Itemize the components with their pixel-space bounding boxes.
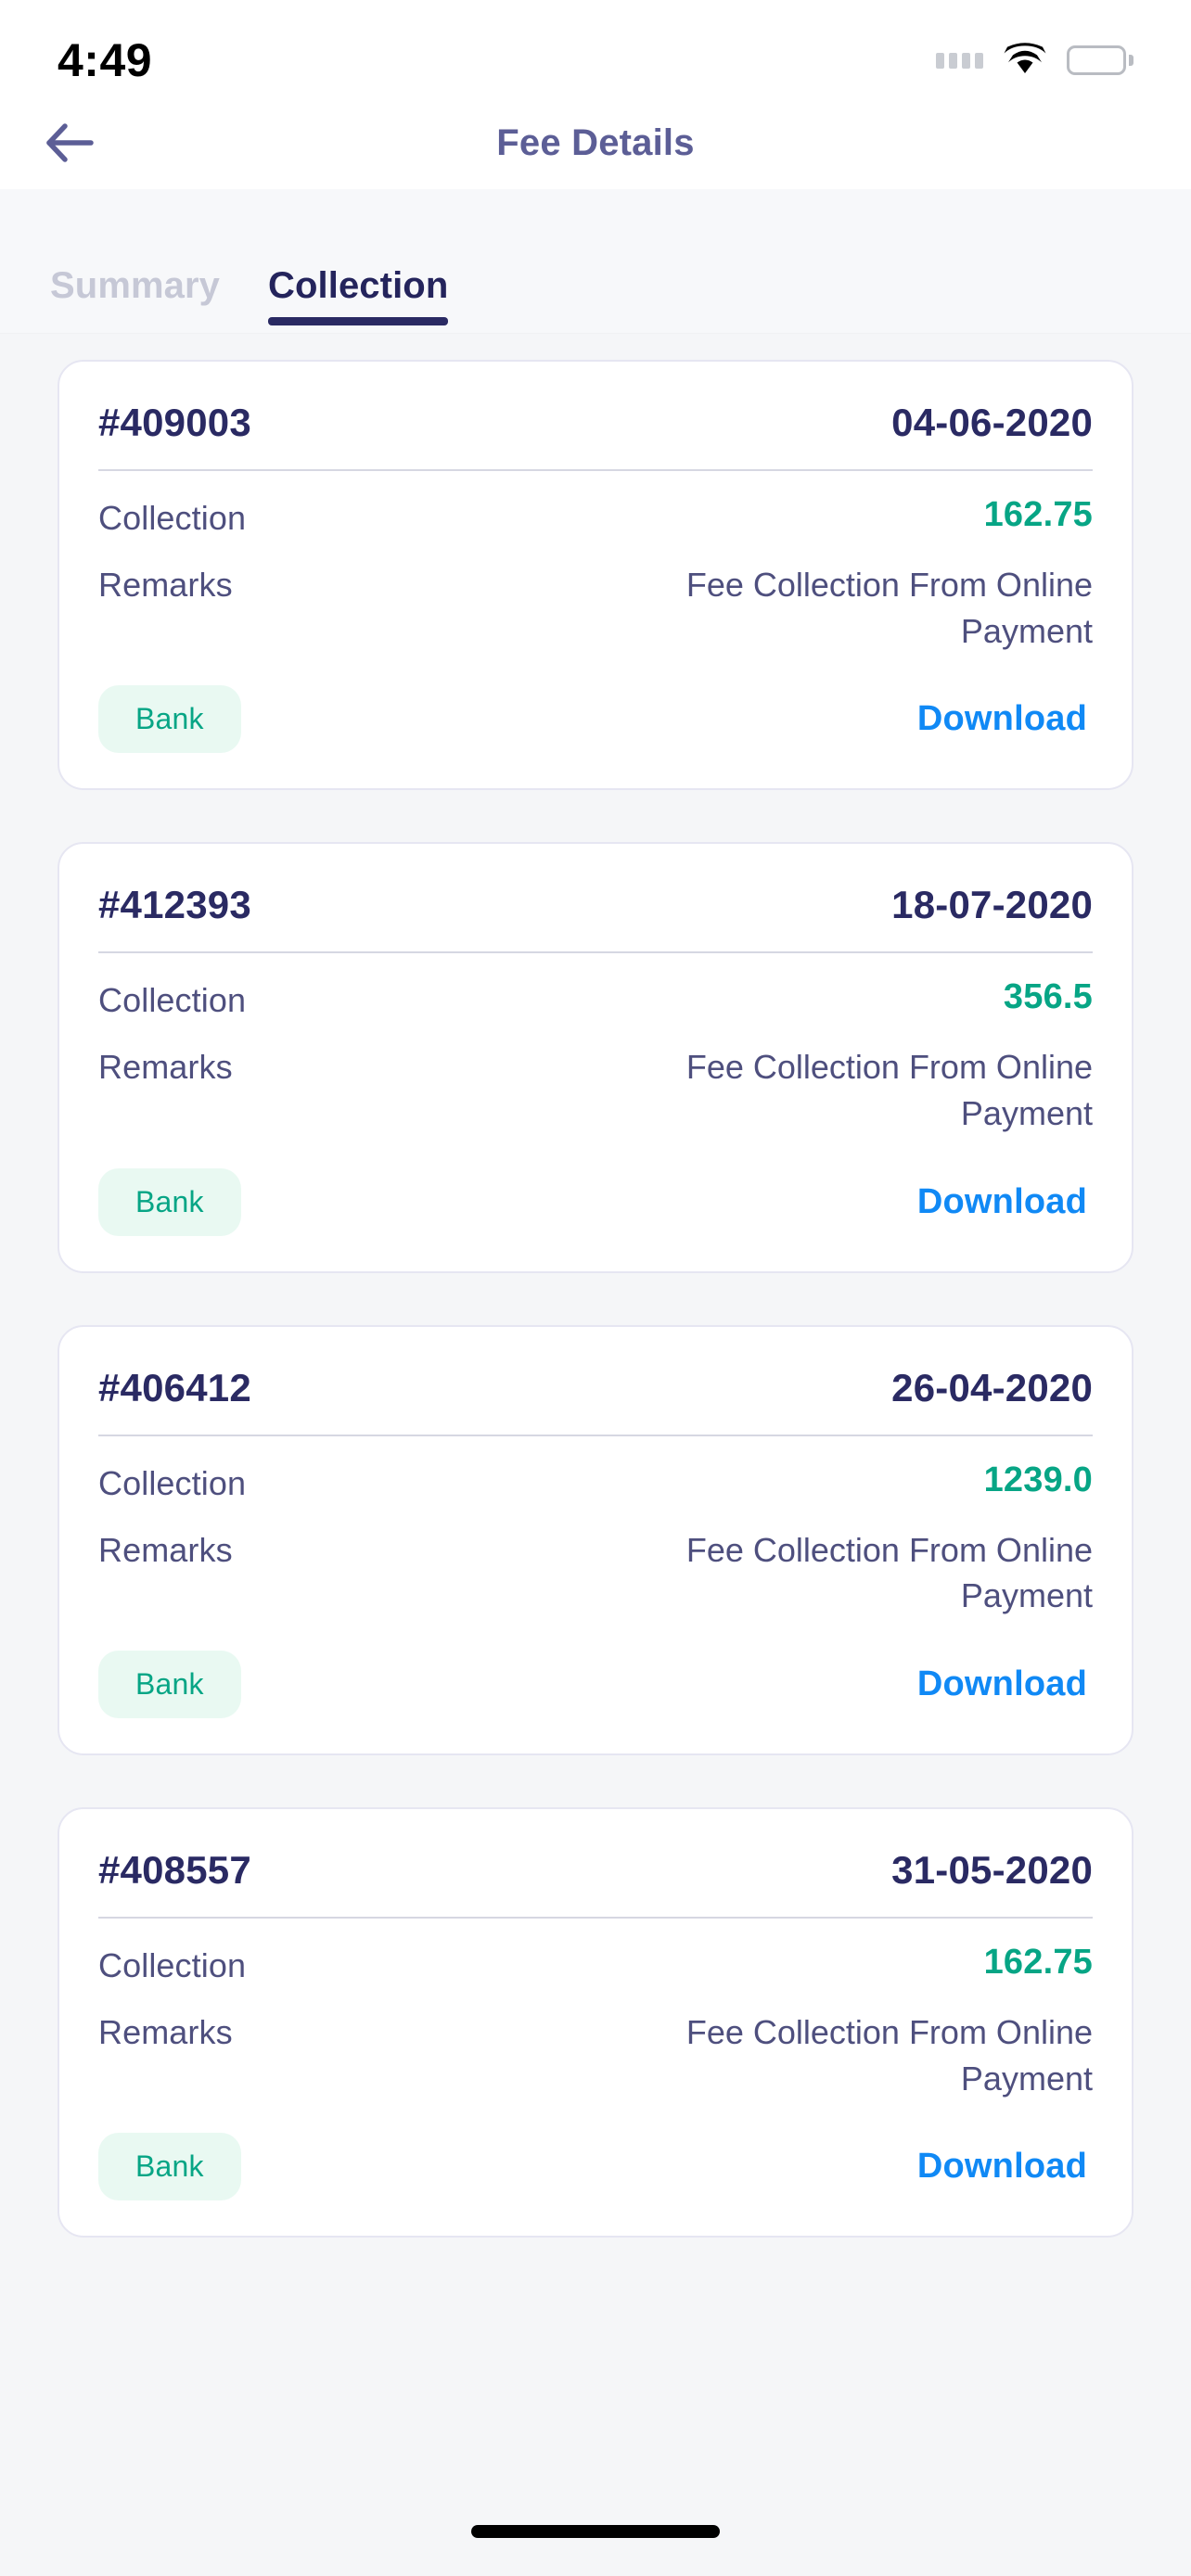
receipt-id: #412393 bbox=[98, 883, 251, 927]
collection-label: Collection bbox=[98, 1946, 247, 1985]
download-button[interactable]: Download bbox=[917, 2147, 1093, 2187]
collection-label: Collection bbox=[98, 1463, 247, 1502]
collection-amount: 1239.0 bbox=[983, 1460, 1093, 1499]
receipt-date: 26-04-2020 bbox=[891, 1365, 1093, 1409]
back-arrow-icon bbox=[46, 123, 94, 162]
collection-amount: 162.75 bbox=[983, 1943, 1093, 1983]
remarks-value: Fee Collection From Online Payment bbox=[685, 1530, 1093, 1615]
remarks-row: Remarks Fee Collection From Online Payme… bbox=[98, 538, 1093, 654]
remarks-label: Remarks bbox=[98, 1530, 233, 1569]
tab-summary[interactable]: Summary bbox=[26, 265, 244, 333]
remarks-label: Remarks bbox=[98, 566, 233, 604]
payment-mode-badge: Bank bbox=[98, 685, 241, 754]
home-indicator-area bbox=[0, 2487, 1191, 2576]
card-header: #406412 26-04-2020 bbox=[98, 1358, 1093, 1435]
collection-amount-row: Collection 162.75 bbox=[98, 1919, 1093, 1985]
receipt-date: 04-06-2020 bbox=[891, 401, 1093, 444]
collection-label: Collection bbox=[98, 499, 247, 537]
nav-header: Fee Details bbox=[0, 96, 1191, 189]
status-bar: 4:49 bbox=[0, 0, 1191, 96]
collection-amount-row: Collection 1239.0 bbox=[98, 1436, 1093, 1503]
tab-active-underline bbox=[268, 317, 449, 325]
card-footer: Bank Download bbox=[98, 1619, 1093, 1719]
receipt-id: #408557 bbox=[98, 1848, 251, 1893]
tab-collection-label: Collection bbox=[268, 265, 449, 306]
collection-card[interactable]: #409003 04-06-2020 Collection 162.75 Rem… bbox=[58, 360, 1133, 791]
receipt-date: 31-05-2020 bbox=[891, 1848, 1093, 1893]
download-button[interactable]: Download bbox=[917, 699, 1093, 739]
status-bar-time: 4:49 bbox=[58, 34, 153, 86]
battery-full-icon bbox=[1067, 45, 1133, 75]
remarks-value: Fee Collection From Online Payment bbox=[685, 566, 1093, 650]
collection-card[interactable]: #412393 18-07-2020 Collection 356.5 Rema… bbox=[58, 842, 1133, 1273]
remarks-row: Remarks Fee Collection From Online Payme… bbox=[98, 1020, 1093, 1136]
payment-mode-badge: Bank bbox=[98, 2133, 241, 2201]
signal-dots-icon bbox=[936, 52, 983, 69]
card-footer: Bank Download bbox=[98, 2101, 1093, 2201]
card-header: #412393 18-07-2020 bbox=[98, 875, 1093, 951]
status-bar-indicators bbox=[936, 42, 1133, 79]
card-header: #408557 31-05-2020 bbox=[98, 1841, 1093, 1917]
tab-summary-label: Summary bbox=[50, 265, 221, 306]
back-button[interactable] bbox=[45, 108, 115, 178]
tab-bar: Summary Collection bbox=[0, 189, 1191, 334]
collection-amount-row: Collection 356.5 bbox=[98, 953, 1093, 1020]
card-footer: Bank Download bbox=[98, 1137, 1093, 1236]
download-button[interactable]: Download bbox=[917, 1664, 1093, 1704]
remarks-row: Remarks Fee Collection From Online Payme… bbox=[98, 1985, 1093, 2101]
collection-list[interactable]: #409003 04-06-2020 Collection 162.75 Rem… bbox=[0, 334, 1191, 2487]
wifi-icon bbox=[1004, 42, 1046, 79]
tab-collection[interactable]: Collection bbox=[244, 265, 472, 333]
collection-card[interactable]: #408557 31-05-2020 Collection 162.75 Rem… bbox=[58, 1807, 1133, 2238]
app-root: 4:49 Fee Details Summary Collection #409… bbox=[0, 0, 1191, 2576]
collection-amount: 356.5 bbox=[1003, 977, 1093, 1017]
card-header: #409003 04-06-2020 bbox=[98, 393, 1093, 469]
collection-card[interactable]: #406412 26-04-2020 Collection 1239.0 Rem… bbox=[58, 1324, 1133, 1756]
collection-label: Collection bbox=[98, 981, 247, 1020]
download-button[interactable]: Download bbox=[917, 1182, 1093, 1222]
page-title: Fee Details bbox=[496, 121, 695, 163]
payment-mode-badge: Bank bbox=[98, 1651, 241, 1719]
receipt-date: 18-07-2020 bbox=[891, 883, 1093, 927]
remarks-label: Remarks bbox=[98, 2013, 233, 2052]
remarks-row: Remarks Fee Collection From Online Payme… bbox=[98, 1503, 1093, 1619]
receipt-id: #409003 bbox=[98, 401, 251, 444]
collection-amount: 162.75 bbox=[983, 495, 1093, 534]
receipt-id: #406412 bbox=[98, 1365, 251, 1409]
home-indicator[interactable] bbox=[471, 2525, 720, 2538]
card-footer: Bank Download bbox=[98, 654, 1093, 754]
remarks-value: Fee Collection From Online Payment bbox=[685, 1048, 1093, 1133]
collection-amount-row: Collection 162.75 bbox=[98, 471, 1093, 538]
payment-mode-badge: Bank bbox=[98, 1167, 241, 1236]
remarks-value: Fee Collection From Online Payment bbox=[685, 2013, 1093, 2098]
remarks-label: Remarks bbox=[98, 1048, 233, 1087]
